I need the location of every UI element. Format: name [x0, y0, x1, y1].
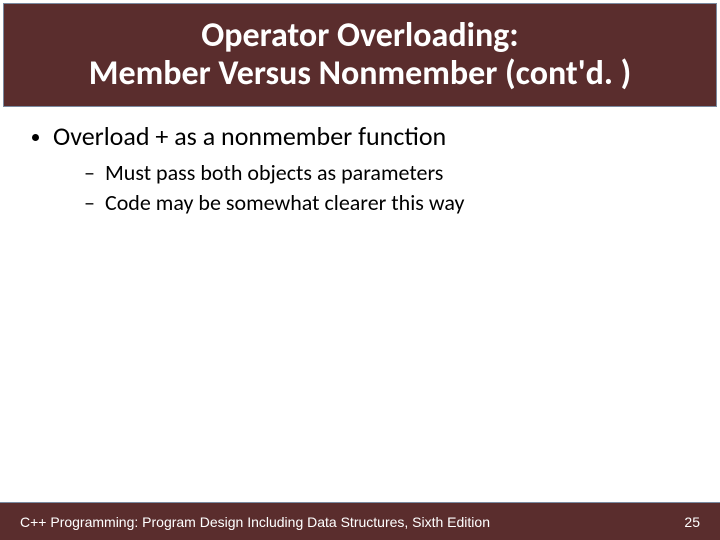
bullet-text: Overload + as a nonmember function — [53, 120, 446, 153]
sub-bullet-item: – Code may be somewhat clearer this way — [84, 189, 700, 218]
title-line-2: Member Versus Nonmember (cont'd. ) — [89, 53, 632, 94]
dash-icon: – — [84, 189, 95, 218]
footer-bar: C++ Programming: Program Design Includin… — [0, 502, 720, 540]
sub-bullet-text: Code may be somewhat clearer this way — [105, 189, 464, 218]
bullet-dot-icon — [32, 134, 39, 141]
sub-bullet-item: – Must pass both objects as parameters — [84, 159, 700, 188]
bullet-item: Overload + as a nonmember function — [20, 120, 700, 153]
sub-bullet-text: Must pass both objects as parameters — [105, 159, 443, 188]
slide: Operator Overloading: Member Versus Nonm… — [0, 0, 720, 540]
body-area: Overload + as a nonmember function – Mus… — [20, 120, 700, 220]
footer-text: C++ Programming: Program Design Includin… — [20, 514, 490, 530]
slide-title: Operator Overloading: Member Versus Nonm… — [81, 17, 640, 93]
page-number: 25 — [684, 514, 700, 530]
title-bar: Operator Overloading: Member Versus Nonm… — [3, 3, 717, 107]
dash-icon: – — [84, 159, 95, 188]
sub-bullet-list: – Must pass both objects as parameters –… — [84, 159, 700, 218]
title-line-1: Operator Overloading: — [201, 15, 518, 56]
